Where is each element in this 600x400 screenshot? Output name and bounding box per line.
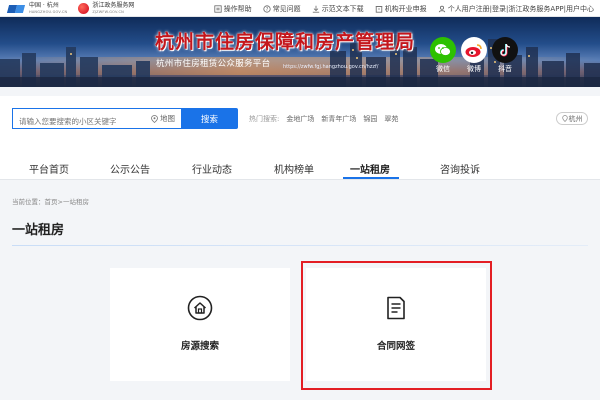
nav-agency-rankings[interactable]: 机构榜单 xyxy=(274,161,314,176)
douyin-link[interactable]: 抖音 xyxy=(490,37,520,74)
weibo-icon xyxy=(461,37,487,63)
zhejiang-logo-icon xyxy=(78,3,90,14)
map-button-label: 地图 xyxy=(160,114,175,123)
hangzhou-logo-icon xyxy=(6,3,26,15)
search-button[interactable]: 搜索 xyxy=(181,108,238,129)
location-pin-icon xyxy=(561,115,568,122)
hot-keyword[interactable]: 新青年广场 xyxy=(321,114,356,124)
nav-active-indicator xyxy=(343,177,399,179)
title-divider xyxy=(12,245,588,246)
banner-url: https://zwfw.fgj.hangzhou.gov.cn/hzzf/ xyxy=(283,64,379,70)
map-button[interactable]: 地图 xyxy=(151,113,175,124)
top-bar-links: 操作帮助 ? 常见问题 示范文本下载 机构开业申报 个人用户注册|登录|浙江政务… xyxy=(214,0,594,17)
nav-home[interactable]: 平台首页 xyxy=(29,161,69,176)
city-name: 杭州 xyxy=(568,114,583,123)
main-nav: 平台首页 公示公告 行业动态 机构榜单 一站租房 咨询投诉 xyxy=(0,142,600,180)
listing-search-label: 房源搜索 xyxy=(180,341,219,352)
template-download-label: 示范文本下载 xyxy=(321,4,364,13)
search-box: 地图 xyxy=(12,108,183,131)
zj-en: ZJZWFW.GOV.CN xyxy=(92,9,124,14)
wechat-label: 微信 xyxy=(436,65,450,73)
nav-announcements[interactable]: 公示公告 xyxy=(110,161,150,176)
help-link[interactable]: 操作帮助 xyxy=(214,4,252,14)
site-banner: 杭州市住房保障和房产管理局 杭州市住房租赁公众服务平台 https://zwfw… xyxy=(0,17,600,87)
weibo-link[interactable]: 微博 xyxy=(459,37,489,74)
help-icon xyxy=(214,4,222,13)
wechat-icon xyxy=(430,37,456,63)
listing-search-card[interactable]: 房源搜索 xyxy=(110,268,290,381)
search-section: 地图 搜索 热门搜索: 金地广场 新青年广场 锦园 翠苑 杭州 xyxy=(0,96,600,142)
banner-title: 杭州市住房保障和房产管理局 xyxy=(155,31,416,53)
help-label: 操作帮助 xyxy=(223,4,252,13)
user-icon xyxy=(438,5,445,12)
user-center-label: 个人用户注册|登录|浙江政务服务APP|用户中心 xyxy=(447,4,594,13)
nav-industry-news[interactable]: 行业动态 xyxy=(192,161,232,176)
template-download-link[interactable]: 示范文本下载 xyxy=(312,4,364,14)
highlight-box xyxy=(301,261,492,390)
zhejiang-gov-link[interactable]: 浙江政务服务网 ZJZWFW.GOV.CN xyxy=(92,2,134,16)
weibo-label: 微博 xyxy=(467,65,481,73)
faq-label: 常见问题 xyxy=(272,4,301,13)
banner-subtitle: 杭州市住房租赁公众服务平台 xyxy=(156,59,271,69)
douyin-icon xyxy=(492,37,518,63)
city-selector[interactable]: 杭州 xyxy=(556,112,588,125)
hot-keyword[interactable]: 锦园 xyxy=(363,114,377,124)
page-title: 一站租房 xyxy=(12,223,65,238)
nav-complaints[interactable]: 咨询投诉 xyxy=(440,161,480,176)
top-bar: 中国 · 杭州 HANGZHOU.GOV.CN 浙江政务服务网 ZJZWFW.G… xyxy=(0,0,600,17)
map-pin-icon xyxy=(151,114,158,123)
building-icon xyxy=(375,5,382,13)
user-center-link[interactable]: 个人用户注册|登录|浙江政务服务APP|用户中心 xyxy=(438,4,594,14)
house-icon xyxy=(187,295,213,321)
hot-searches: 热门搜索: 金地广场 新青年广场 锦园 翠苑 xyxy=(249,114,398,124)
agency-open-link[interactable]: 机构开业申报 xyxy=(375,4,427,14)
hangzhou-gov-link[interactable]: 中国 · 杭州 HANGZHOU.GOV.CN xyxy=(29,2,67,16)
breadcrumb: 当前位置：首页>一站租房 xyxy=(12,198,89,206)
faq-link[interactable]: ? 常见问题 xyxy=(263,4,301,14)
download-icon xyxy=(312,5,319,13)
brand-cn: 中国 · 杭州 xyxy=(29,1,59,9)
hot-search-label: 热门搜索: xyxy=(249,115,280,123)
nav-one-stop-rental[interactable]: 一站租房 xyxy=(350,161,390,176)
brand-en: HANGZHOU.GOV.CN xyxy=(29,9,68,14)
hot-keyword[interactable]: 翠苑 xyxy=(384,114,398,124)
question-icon: ? xyxy=(263,4,271,13)
wechat-link[interactable]: 微信 xyxy=(428,37,458,74)
hot-keyword[interactable]: 金地广场 xyxy=(286,114,314,124)
douyin-label: 抖音 xyxy=(498,65,512,73)
search-input[interactable] xyxy=(13,112,143,131)
agency-open-label: 机构开业申报 xyxy=(384,4,427,13)
top-bar-brand: 中国 · 杭州 HANGZHOU.GOV.CN 浙江政务服务网 ZJZWFW.G… xyxy=(6,1,134,16)
zj-name: 浙江政务服务网 xyxy=(92,1,135,9)
